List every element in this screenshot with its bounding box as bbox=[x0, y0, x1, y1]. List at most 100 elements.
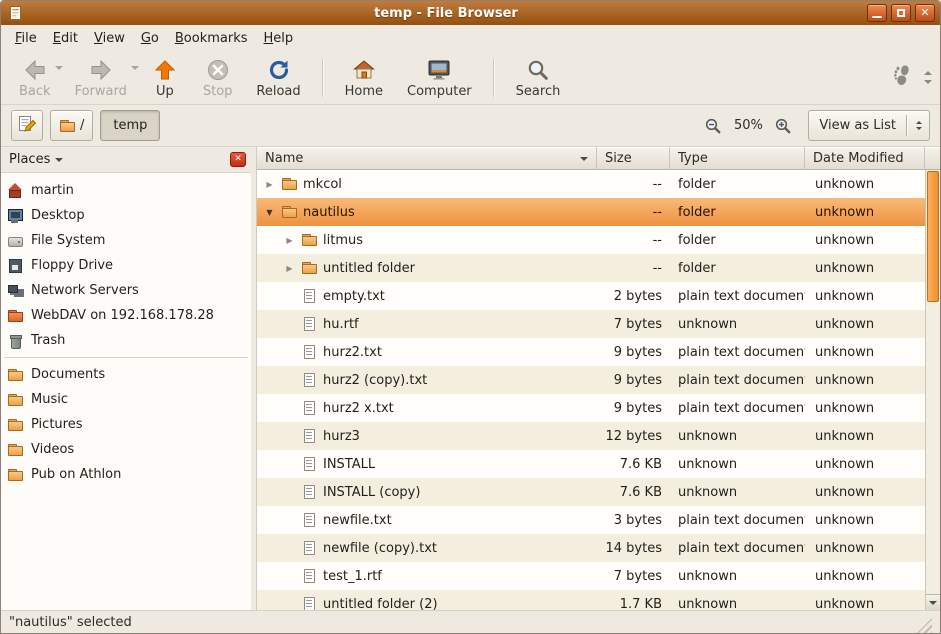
table-row-hurz2-txt[interactable]: hurz2.txt 9 bytes plain text document un… bbox=[257, 338, 925, 366]
file-name: hurz3 bbox=[323, 429, 360, 444]
computer-button[interactable]: Computer bbox=[395, 54, 484, 101]
trash-icon bbox=[7, 333, 24, 349]
scrollbar-thumb[interactable] bbox=[927, 171, 939, 302]
search-button[interactable]: Search bbox=[504, 54, 573, 101]
table-row-mkcol[interactable]: ▶ mkcol -- folder unknown bbox=[257, 170, 925, 198]
zoom-out-button[interactable] bbox=[701, 114, 725, 138]
folder-icon bbox=[281, 176, 298, 192]
table-row-install-copy[interactable]: INSTALL (copy) 7.6 KB unknown unknown bbox=[257, 478, 925, 506]
view-mode-select[interactable]: View as List bbox=[808, 110, 930, 141]
expander-icon[interactable]: ▼ bbox=[263, 208, 276, 217]
sidebar-item-floppy-drive[interactable]: Floppy Drive bbox=[1, 253, 251, 278]
sidebar-item-webdav-on-192-168-178-28[interactable]: WebDAV on 192.168.178.28 bbox=[1, 303, 251, 328]
file-size: 9 bytes bbox=[597, 345, 670, 360]
file-name: empty.txt bbox=[323, 289, 385, 304]
menu-item-bookmarks[interactable]: Bookmarks bbox=[167, 28, 256, 49]
file-name: INSTALL bbox=[323, 457, 375, 472]
file-date-modified: unknown bbox=[805, 429, 925, 444]
sidebar-item-documents[interactable]: Documents bbox=[1, 362, 251, 387]
sidebar-list: martin Desktop File System Floppy Drive … bbox=[1, 173, 251, 610]
sort-indicator-icon bbox=[580, 157, 588, 165]
zoom-in-icon bbox=[774, 117, 792, 135]
table-row-hurz3[interactable]: hurz3 12 bytes unknown unknown bbox=[257, 422, 925, 450]
sidebar-item-pictures[interactable]: Pictures bbox=[1, 412, 251, 437]
column-header-name[interactable]: Name bbox=[257, 147, 597, 170]
folder-icon bbox=[7, 417, 24, 433]
sidebar-item-pub-on-athlon[interactable]: Pub on Athlon bbox=[1, 462, 251, 487]
reload-button[interactable]: Reload bbox=[244, 54, 312, 101]
sidebar-item-desktop[interactable]: Desktop bbox=[1, 203, 251, 228]
table-row-hu-rtf[interactable]: hu.rtf 7 bytes unknown unknown bbox=[257, 310, 925, 338]
menu-item-go[interactable]: Go bbox=[133, 28, 167, 49]
file-type: plain text document bbox=[670, 401, 805, 416]
table-row-newfile-copy-txt[interactable]: newfile (copy).txt 14 bytes plain text d… bbox=[257, 534, 925, 562]
up-button[interactable]: Up bbox=[139, 54, 191, 101]
text-file-icon bbox=[301, 512, 318, 528]
minimize-icon[interactable] bbox=[867, 4, 887, 22]
forward-dropdown-icon[interactable] bbox=[131, 66, 139, 74]
sidebar-item-videos[interactable]: Videos bbox=[1, 437, 251, 462]
sidebar-item-music[interactable]: Music bbox=[1, 387, 251, 412]
expander-icon[interactable]: ▶ bbox=[263, 180, 276, 189]
edit-location-button[interactable] bbox=[11, 110, 43, 141]
zoom-in-button[interactable] bbox=[771, 114, 795, 138]
scrollbar-down-button[interactable] bbox=[926, 594, 940, 610]
forward-icon bbox=[88, 57, 114, 83]
gnome-foot-icon bbox=[890, 78, 916, 93]
file-date-modified: unknown bbox=[805, 373, 925, 388]
back-button[interactable]: Back bbox=[7, 54, 63, 101]
sidebar-header[interactable]: Places ✕ bbox=[1, 147, 251, 173]
toolbar-overflow-arrows[interactable] bbox=[922, 58, 934, 98]
expander-icon[interactable]: ▶ bbox=[283, 236, 296, 245]
sidebar-item-martin[interactable]: martin bbox=[1, 178, 251, 203]
sidebar-close-icon[interactable]: ✕ bbox=[230, 152, 246, 167]
sidebar-item-network-servers[interactable]: Network Servers bbox=[1, 278, 251, 303]
file-name: newfile.txt bbox=[323, 513, 392, 528]
file-size: -- bbox=[597, 177, 670, 192]
table-row-install[interactable]: INSTALL 7.6 KB unknown unknown bbox=[257, 450, 925, 478]
sidebar-item-file-system[interactable]: File System bbox=[1, 228, 251, 253]
edit-location-icon bbox=[17, 114, 37, 138]
gnome-logo-button[interactable] bbox=[886, 59, 920, 97]
close-icon[interactable] bbox=[915, 4, 935, 22]
vertical-scrollbar[interactable] bbox=[925, 170, 940, 610]
file-date-modified: unknown bbox=[805, 177, 925, 192]
file-name: mkcol bbox=[303, 177, 342, 192]
table-row-nautilus[interactable]: ▼ nautilus -- folder unknown bbox=[257, 198, 925, 226]
expander-icon[interactable]: ▶ bbox=[283, 264, 296, 273]
file-type: folder bbox=[670, 233, 805, 248]
table-row-newfile-txt[interactable]: newfile.txt 3 bytes plain text document … bbox=[257, 506, 925, 534]
table-row-hurz2-copy-txt[interactable]: hurz2 (copy).txt 9 bytes plain text docu… bbox=[257, 366, 925, 394]
file-date-modified: unknown bbox=[805, 317, 925, 332]
menu-item-help[interactable]: Help bbox=[256, 28, 302, 49]
stop-button[interactable]: Stop bbox=[191, 54, 245, 101]
resize-grip[interactable] bbox=[917, 618, 932, 633]
column-header-type[interactable]: Type bbox=[670, 147, 805, 170]
file-type: plain text document bbox=[670, 541, 805, 556]
titlebar[interactable]: temp - File Browser bbox=[1, 1, 940, 25]
folder-icon bbox=[7, 367, 24, 383]
table-row-untitled-folder-2[interactable]: untitled folder (2) 1.7 KB unknown unkno… bbox=[257, 590, 925, 610]
menu-item-edit[interactable]: Edit bbox=[45, 28, 86, 49]
sidebar-item-trash[interactable]: Trash bbox=[1, 328, 251, 353]
file-size: 9 bytes bbox=[597, 401, 670, 416]
column-header-date-modified[interactable]: Date Modified bbox=[805, 147, 925, 170]
menu-item-file[interactable]: File bbox=[7, 28, 45, 49]
back-dropdown-icon[interactable] bbox=[55, 66, 63, 74]
forward-button[interactable]: Forward bbox=[63, 54, 139, 101]
maximize-icon[interactable] bbox=[891, 4, 911, 22]
column-header-size[interactable]: Size bbox=[597, 147, 670, 170]
path-current-button[interactable]: temp bbox=[100, 110, 160, 141]
path-root-button[interactable]: / bbox=[50, 110, 93, 141]
table-row-hurz2-x-txt[interactable]: hurz2 x.txt 9 bytes plain text document … bbox=[257, 394, 925, 422]
table-row-test-1-rtf[interactable]: test_1.rtf 7 bytes unknown unknown bbox=[257, 562, 925, 590]
table-row-untitled-folder[interactable]: ▶ untitled folder -- folder unknown bbox=[257, 254, 925, 282]
table-row-empty-txt[interactable]: empty.txt 2 bytes plain text document un… bbox=[257, 282, 925, 310]
text-file-icon bbox=[301, 400, 318, 416]
spinner-arrows-icon bbox=[913, 118, 925, 133]
table-row-litmus[interactable]: ▶ litmus -- folder unknown bbox=[257, 226, 925, 254]
menu-item-view[interactable]: View bbox=[86, 28, 133, 49]
window-menu-icon[interactable] bbox=[8, 5, 24, 21]
file-type: folder bbox=[670, 205, 805, 220]
home-button[interactable]: Home bbox=[333, 54, 395, 101]
